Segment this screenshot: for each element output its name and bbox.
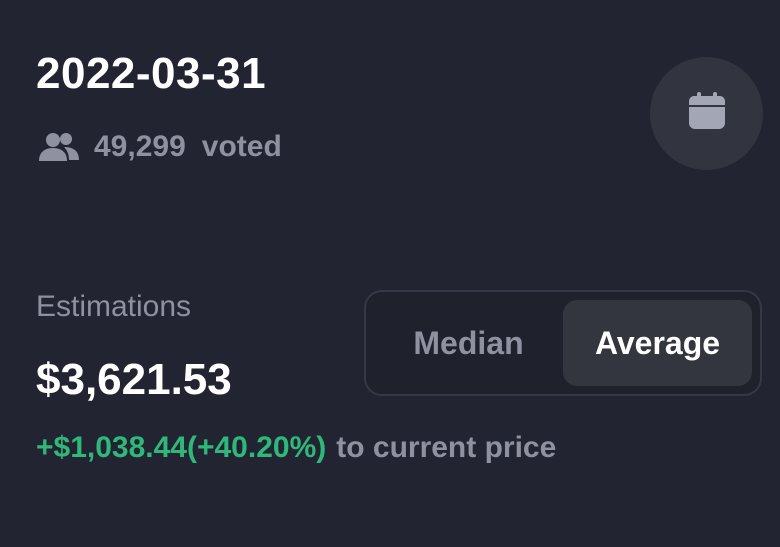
estimation-value: $3,621.53 [36, 355, 232, 404]
median-option[interactable]: Median [374, 300, 563, 386]
voted-count: 49,299 [94, 130, 186, 163]
calendar-icon [686, 90, 728, 137]
estimation-mode-toggle: Median Average [364, 290, 762, 396]
voted-info: 49,299 voted [38, 132, 282, 162]
price-change: +$1,038.44(+40.20%) to current price [36, 433, 556, 463]
voted-label: voted [201, 130, 282, 163]
calendar-button[interactable] [650, 57, 763, 170]
average-option[interactable]: Average [563, 300, 752, 386]
users-icon [38, 132, 80, 162]
prediction-date: 2022-03-31 [36, 49, 267, 98]
estimations-label: Estimations [36, 290, 192, 323]
price-change-delta: +$1,038.44(+40.20%) [36, 431, 327, 464]
estimation-card: 2022-03-31 49,299 voted Estimations $3,6… [0, 0, 780, 547]
price-change-suffix: to current price [336, 431, 557, 464]
